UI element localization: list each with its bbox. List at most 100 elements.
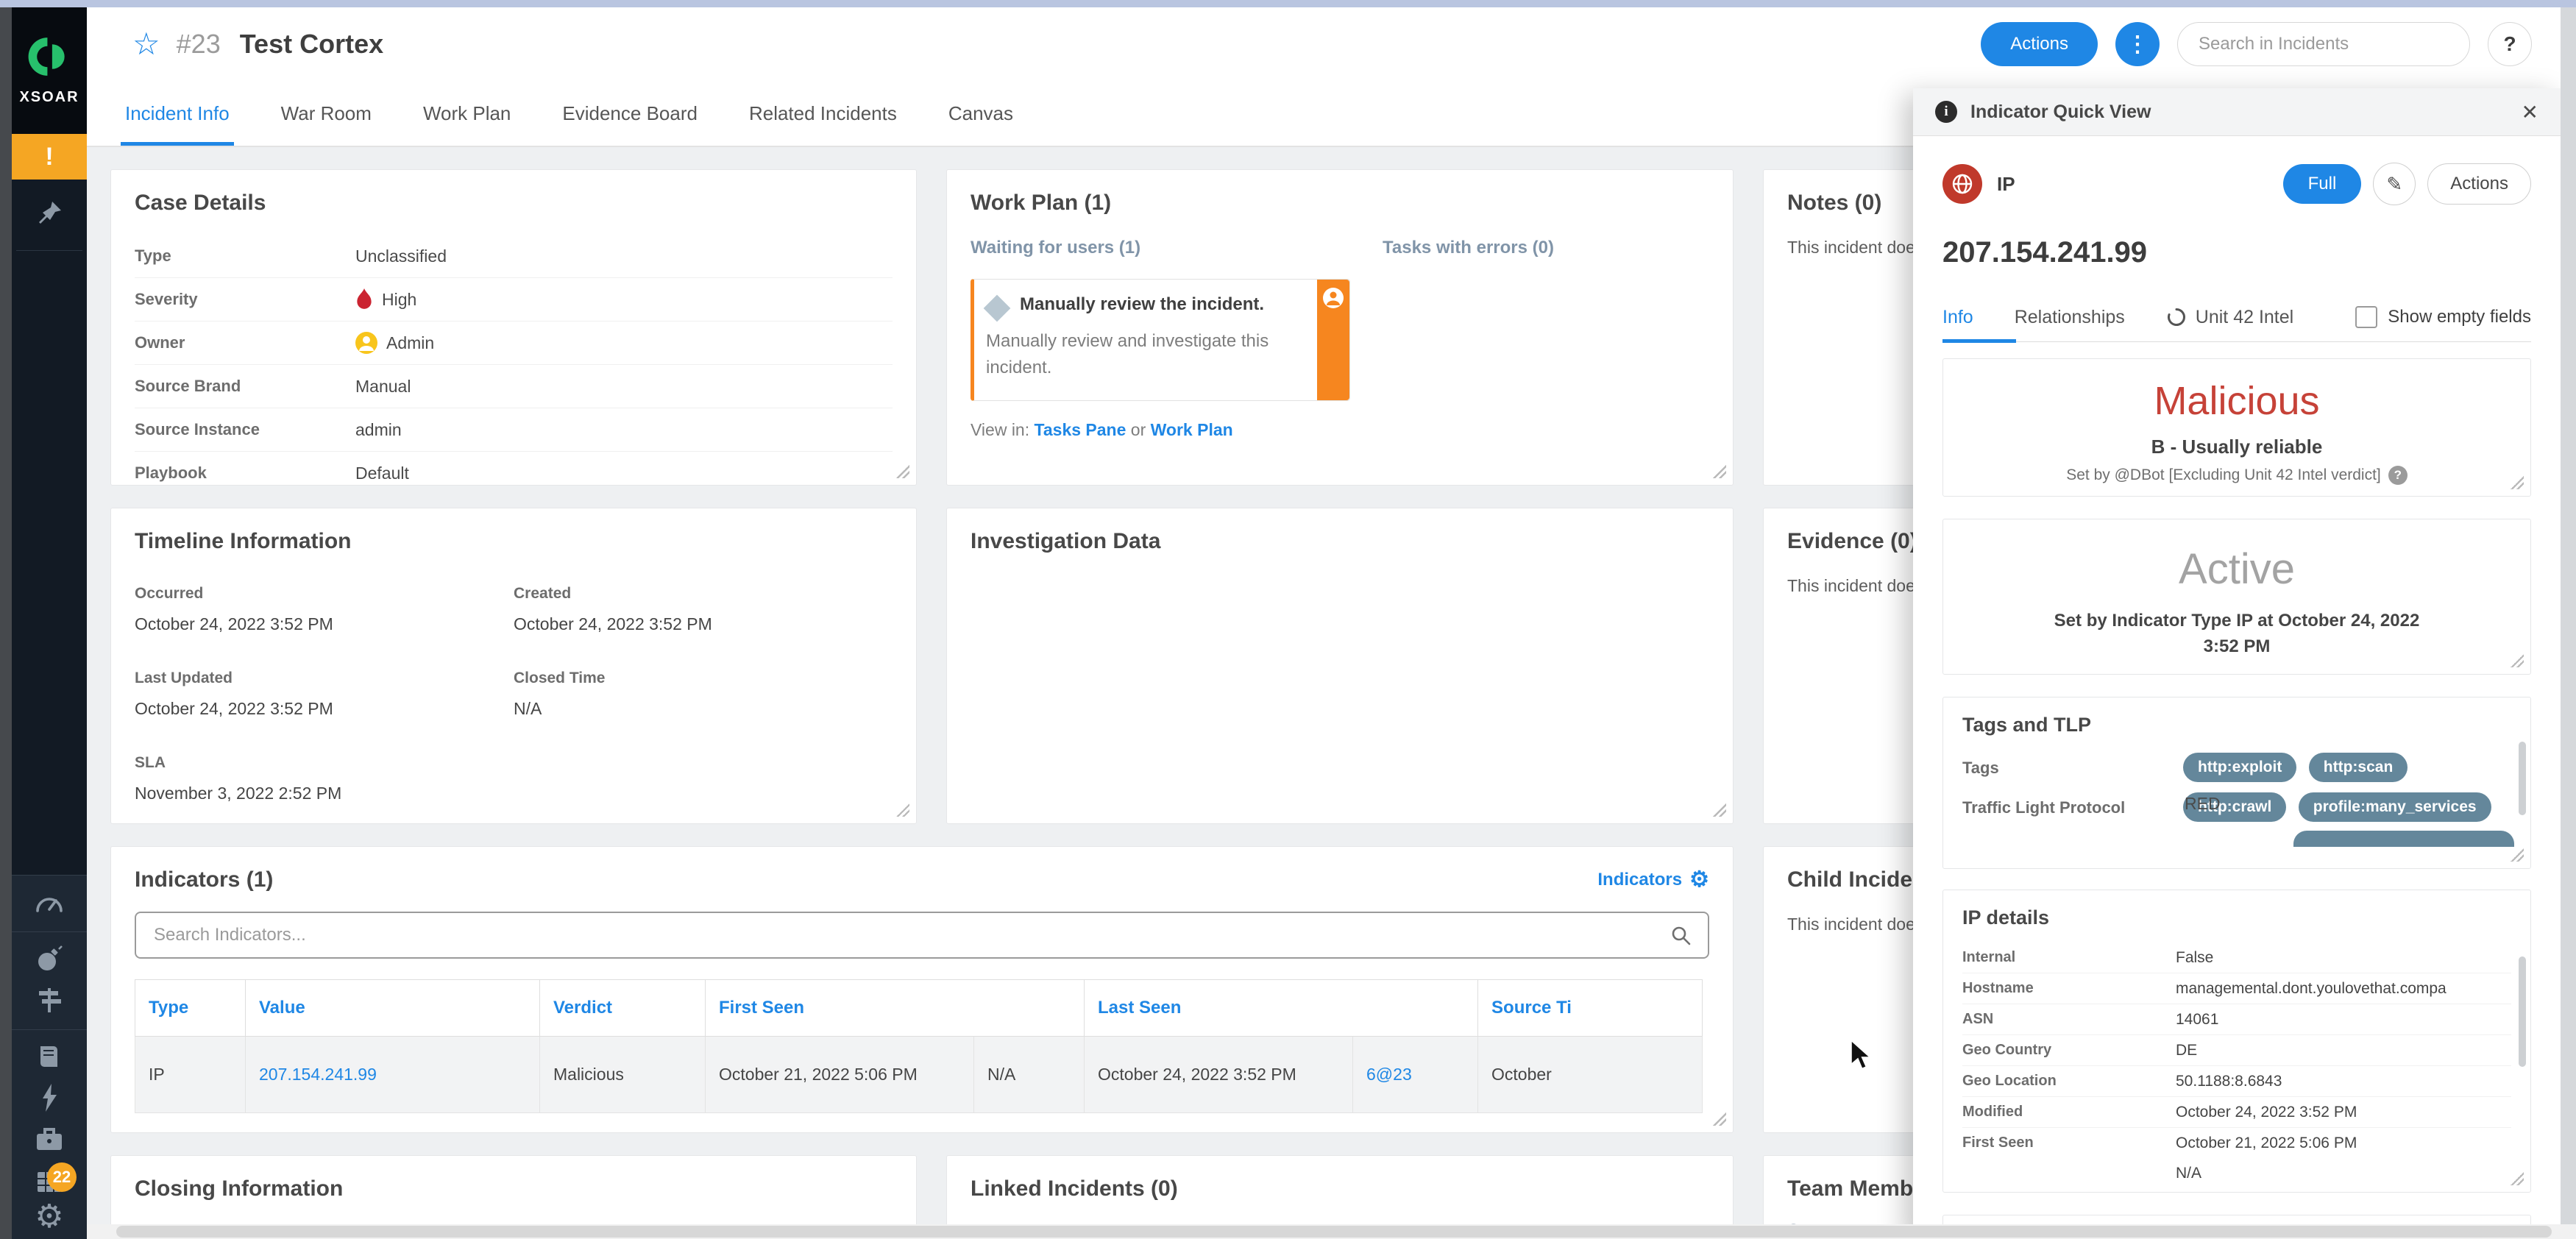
case-detail-row: Source Brand Manual	[135, 365, 893, 408]
favorite-star-icon[interactable]: ☆	[132, 29, 160, 60]
sidebar-item-playbooks[interactable]	[12, 1037, 87, 1079]
incident-id: #23	[176, 29, 221, 59]
tasks-with-errors-header: Tasks with errors (0)	[1383, 238, 1554, 258]
tab-incident-info[interactable]: Incident Info	[121, 81, 234, 146]
cell-first-seen-extra: N/A	[973, 1036, 1085, 1113]
col-first-seen[interactable]: First Seen	[704, 979, 1085, 1037]
field-value: October 24, 2022 3:52 PM	[135, 699, 333, 718]
tag-pill[interactable]: http:scan	[2308, 753, 2408, 782]
briefcase-icon	[34, 1125, 65, 1157]
tab-war-room[interactable]: War Room	[281, 81, 372, 146]
indicator-value-link[interactable]: 207.154.241.99	[259, 1065, 377, 1084]
col-source-time[interactable]: Source Ti	[1477, 979, 1703, 1037]
case-detail-row: Owner Admin	[135, 322, 893, 365]
tab-info[interactable]: Info	[1942, 307, 1973, 328]
verdict-set-by: Set by @DBot [Excluding Unit 42 Intel ve…	[1962, 466, 2511, 485]
sidebar-item-marketplace[interactable]: 22	[12, 1161, 87, 1202]
search-incidents-input[interactable]	[2177, 22, 2470, 66]
sidebar-item-dashboard[interactable]	[12, 883, 87, 924]
col-verdict[interactable]: Verdict	[539, 979, 706, 1037]
sidebar-section-dashboards	[12, 876, 87, 932]
field-value: November 3, 2022 2:52 PM	[135, 784, 342, 803]
col-last-seen[interactable]: Last Seen	[1084, 979, 1479, 1037]
waiting-task-card[interactable]: Manually review the incident. Manually r…	[971, 279, 1350, 401]
tab-unit42-intel[interactable]: Unit 42 Intel	[2166, 307, 2293, 328]
closing-information-title: Closing Information	[135, 1176, 344, 1201]
sidebar: XSOAR ! 22 ⚙	[12, 7, 87, 1239]
tag-pill[interactable]: http:exploit	[2183, 753, 2297, 782]
tab-relationships[interactable]: Relationships	[2015, 307, 2125, 328]
tab-work-plan[interactable]: Work Plan	[423, 81, 511, 146]
incident-title: Test Cortex	[239, 29, 384, 59]
indicators-search-box	[135, 912, 1709, 959]
field-label: Source Brand	[135, 377, 241, 395]
col-value[interactable]: Value	[245, 979, 540, 1037]
indicator-actions-button[interactable]: Actions	[2427, 163, 2531, 205]
field-value: October 24, 2022 3:52 PM	[2176, 1103, 2357, 1121]
col-type[interactable]: Type	[135, 979, 246, 1037]
indicator-value: 207.154.241.99	[1942, 236, 2148, 269]
indicators-manage-link[interactable]: Indicators ⚙	[1597, 869, 1709, 891]
ip-details-scrollbar[interactable]	[2519, 956, 2526, 1067]
status-set-by: Set by Indicator Type IP at October 24, …	[2054, 611, 2420, 656]
resize-handle[interactable]	[2509, 1171, 2524, 1185]
sidebar-item-threat-intel[interactable]	[12, 940, 87, 981]
close-icon[interactable]: ✕	[2522, 100, 2538, 124]
xsoar-incident-screen: XSOAR ! 22 ⚙ ☆ #23 Test Cortex Actions ⋮…	[0, 0, 2576, 1239]
show-empty-fields-toggle[interactable]: Show empty fields	[2355, 306, 2531, 328]
indicators-title: Indicators (1)	[135, 867, 274, 892]
resize-handle[interactable]	[2509, 653, 2524, 667]
cell-verdict: Malicious	[539, 1036, 706, 1113]
case-detail-row: Type Unclassified	[135, 235, 893, 278]
help-button[interactable]: ?	[2488, 22, 2532, 66]
field-label: Severity	[135, 290, 198, 308]
horizontal-scrollbar-thumb[interactable]	[116, 1226, 2552, 1238]
sidebar-item-indicators[interactable]	[12, 981, 87, 1022]
field-label: Type	[135, 246, 171, 265]
ip-details-card: IP details Internal False Hostname manag…	[1942, 890, 2531, 1193]
field-label: Owner	[135, 333, 185, 352]
cell-type: IP	[135, 1036, 246, 1113]
case-detail-row: Playbook Default	[135, 452, 893, 485]
actions-button[interactable]: Actions	[1981, 22, 2098, 66]
unit42-spinner-icon	[2167, 308, 2185, 326]
edit-button[interactable]: ✎	[2373, 163, 2416, 205]
sidebar-item-pin[interactable]	[12, 180, 87, 250]
tab-related-incidents[interactable]: Related Incidents	[749, 81, 897, 146]
sidebar-item-jobs[interactable]	[12, 1120, 87, 1161]
work-plan-link[interactable]: Work Plan	[1151, 420, 1233, 439]
verdict-help-icon[interactable]: ?	[2388, 466, 2408, 485]
resize-handle[interactable]	[895, 802, 909, 817]
field-label: Source Instance	[135, 420, 260, 439]
tab-canvas[interactable]: Canvas	[948, 81, 1013, 146]
horizontal-scrollbar-track[interactable]	[87, 1224, 2576, 1239]
xsoar-logo[interactable]: XSOAR	[12, 7, 87, 134]
verdict-card: Malicious B - Usually reliable Set by @D…	[1942, 358, 2531, 497]
pin-icon	[35, 199, 64, 232]
resize-handle[interactable]	[1711, 1111, 1726, 1126]
resize-handle[interactable]	[1711, 802, 1726, 817]
show-empty-fields-checkbox[interactable]	[2355, 306, 2378, 328]
indicator-ref-link[interactable]: 6@23	[1366, 1065, 1412, 1084]
resize-handle[interactable]	[895, 464, 909, 478]
sidebar-item-settings[interactable]: ⚙	[12, 1202, 87, 1232]
kebab-icon: ⋮	[2126, 32, 2149, 57]
tab-evidence-board[interactable]: Evidence Board	[562, 81, 698, 146]
kebab-menu-button[interactable]: ⋮	[2115, 22, 2160, 66]
resize-handle[interactable]	[2509, 475, 2524, 489]
tag-pill-clipped[interactable]	[2293, 831, 2514, 847]
indicator-row[interactable]: IP 207.154.241.99 Malicious October 21, …	[135, 1036, 1703, 1113]
indicators-settings-gear-icon[interactable]: ⚙	[1689, 869, 1709, 891]
full-view-button[interactable]: Full	[2282, 164, 2362, 204]
field-label: Hostname	[1962, 980, 2034, 996]
tags-scrollbar[interactable]	[2519, 742, 2526, 815]
sidebar-item-automation[interactable]	[12, 1079, 87, 1120]
sidebar-item-incidents[interactable]: !	[12, 134, 87, 180]
tasks-pane-link[interactable]: Tasks Pane	[1035, 420, 1126, 439]
indicators-search-input[interactable]	[152, 924, 1670, 946]
tag-pill[interactable]: profile:many_services	[2298, 792, 2491, 822]
resize-handle[interactable]	[2509, 847, 2524, 862]
xsoar-logo-text: XSOAR	[19, 89, 79, 105]
resize-handle[interactable]	[1711, 464, 1726, 478]
investigation-data-card: Investigation Data	[946, 508, 1734, 824]
